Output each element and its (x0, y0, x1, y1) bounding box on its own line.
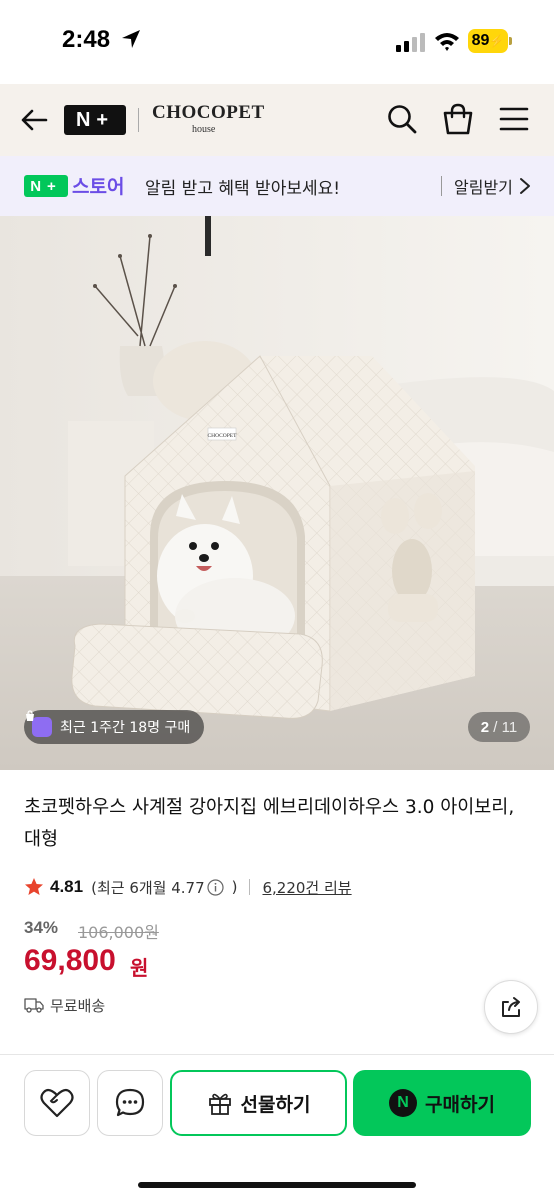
battery-tip (509, 37, 512, 45)
delivery-info: 무료배송 (24, 994, 105, 1016)
notify-subscribe-button[interactable]: 알림받기 (454, 174, 513, 198)
battery-level: 89 (471, 32, 490, 49)
original-price: 106,000원 (78, 923, 159, 942)
header-divider (138, 108, 139, 132)
recent-rating: (최근 6개월 4.77 (91, 878, 205, 897)
review-count-link[interactable]: 6,220건 리뷰 (262, 877, 351, 898)
product-photo: CHOCOPET (0, 216, 554, 770)
brand-name[interactable]: CHOCOPET (152, 102, 265, 124)
nplus-logo-text: N+ (75, 108, 115, 131)
star-icon (25, 878, 43, 895)
delivery-text: 무료배송 (50, 996, 106, 1015)
bottom-bar-divider (0, 1054, 554, 1055)
back-arrow-icon[interactable] (18, 104, 50, 136)
notify-message: 알림 받고 혜택 받아보세요! (145, 179, 341, 199)
info-icon[interactable] (207, 878, 224, 896)
naver-plus-logo[interactable]: N+ (64, 105, 126, 135)
status-bar: 2:48 89 ⚡ (0, 0, 554, 84)
chat-button[interactable] (97, 1070, 163, 1136)
notify-divider (441, 176, 442, 196)
buy-button[interactable]: N 구매하기 (353, 1070, 531, 1136)
recent-sales-text: 최근 1주간 18명 구매 (60, 720, 191, 736)
nplus-store-badge: N+ (24, 175, 68, 197)
truck-icon (24, 998, 44, 1013)
price-unit: 원 (130, 956, 149, 980)
recent-sales-chip: 최근 1주간 18명 구매 (24, 710, 205, 744)
product-title: 초코펫하우스 사계절 강아지집 에브리데이하우스 3.0 아이보리, 대형 (24, 797, 515, 850)
location-arrow-icon (122, 30, 140, 48)
brand-subtitle: house (192, 124, 216, 135)
gift-label: 선물하기 (240, 1093, 311, 1116)
wishlist-button[interactable] (24, 1070, 90, 1136)
recent-rating-close: ) (231, 878, 238, 896)
nplus-badge-text: N+ (30, 177, 62, 195)
sale-price: 69,800 (24, 944, 116, 977)
naver-pay-icon: N (389, 1089, 418, 1117)
cellular-signal-icon (396, 33, 425, 52)
chevron-right-icon[interactable] (518, 176, 532, 196)
gift-button[interactable]: 선물하기 (170, 1070, 347, 1136)
chat-bubble-icon (115, 1088, 145, 1117)
store-label: 스토어 (72, 176, 125, 198)
rating-divider (249, 879, 251, 895)
gift-icon (208, 1093, 231, 1115)
product-image-gallery[interactable]: CHOCOPET 최근 1주간 18명 구매 2 / 11 (0, 216, 554, 770)
house-label-text: CHOCOPET (207, 433, 237, 439)
buy-label: 구매하기 (425, 1093, 495, 1116)
shopping-bag-icon[interactable] (442, 102, 474, 136)
heart-icon (40, 1088, 74, 1118)
rating-row: 4.81 (최근 6개월 4.77 ) 6,220건 리뷰 (24, 874, 352, 900)
status-time: 2:48 (62, 26, 111, 53)
shopping-bag-badge-icon (26, 710, 52, 737)
search-icon[interactable] (386, 103, 418, 135)
charging-bolt-icon: ⚡ (489, 34, 505, 48)
share-icon (502, 997, 520, 1017)
current-page: 2 (480, 718, 490, 736)
share-button[interactable] (484, 980, 538, 1034)
wifi-icon (435, 33, 459, 51)
rating-score: 4.81 (50, 877, 84, 896)
battery-indicator: 89 ⚡ (468, 29, 508, 53)
discount-rate: 34% (24, 918, 59, 937)
notification-banner[interactable]: N+ 스토어 알림 받고 혜택 받아보세요! 알림받기 (0, 156, 554, 216)
total-pages: / 11 (493, 718, 518, 736)
menu-icon[interactable] (498, 104, 530, 134)
store-header: N+ CHOCOPET house (0, 84, 554, 156)
image-page-indicator: 2 / 11 (468, 712, 530, 742)
home-indicator (138, 1182, 416, 1188)
